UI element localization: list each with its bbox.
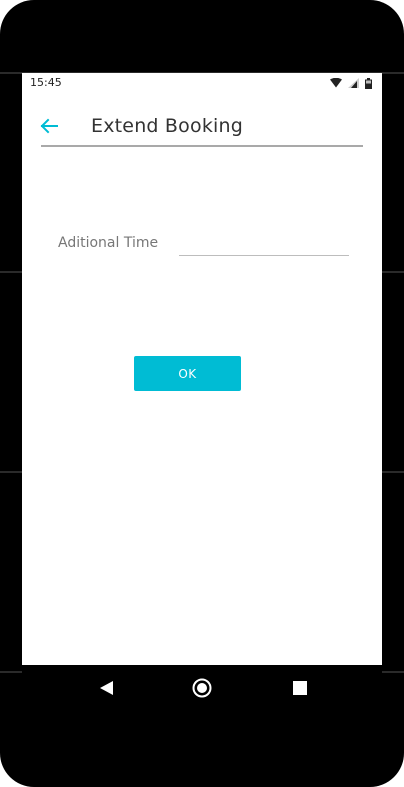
additional-time-input[interactable] bbox=[179, 233, 349, 256]
page-title: Extend Booking bbox=[91, 115, 243, 137]
home-circle-icon bbox=[192, 678, 212, 698]
device-frame: 15:45 Extend Booking Aditional Time OK bbox=[0, 0, 404, 787]
signal-icon bbox=[348, 78, 359, 88]
app-bar: Extend Booking bbox=[22, 103, 382, 147]
back-button[interactable] bbox=[38, 115, 60, 137]
nav-back-button[interactable] bbox=[95, 677, 117, 699]
wifi-icon bbox=[330, 78, 342, 88]
battery-icon bbox=[365, 77, 372, 89]
app-screen: 15:45 Extend Booking Aditional Time OK bbox=[22, 73, 382, 665]
arrow-left-icon bbox=[40, 118, 58, 134]
back-triangle-icon bbox=[100, 681, 113, 695]
recents-square-icon bbox=[293, 681, 307, 695]
additional-time-label: Aditional Time bbox=[58, 235, 159, 251]
status-icons bbox=[330, 77, 372, 89]
app-bar-divider bbox=[41, 145, 363, 147]
ok-button[interactable]: OK bbox=[134, 356, 241, 391]
nav-recents-button[interactable] bbox=[289, 677, 311, 699]
status-time: 15:45 bbox=[30, 76, 62, 89]
status-bar: 15:45 bbox=[22, 73, 382, 93]
system-nav-bar bbox=[22, 665, 382, 713]
nav-home-button[interactable] bbox=[191, 677, 213, 699]
